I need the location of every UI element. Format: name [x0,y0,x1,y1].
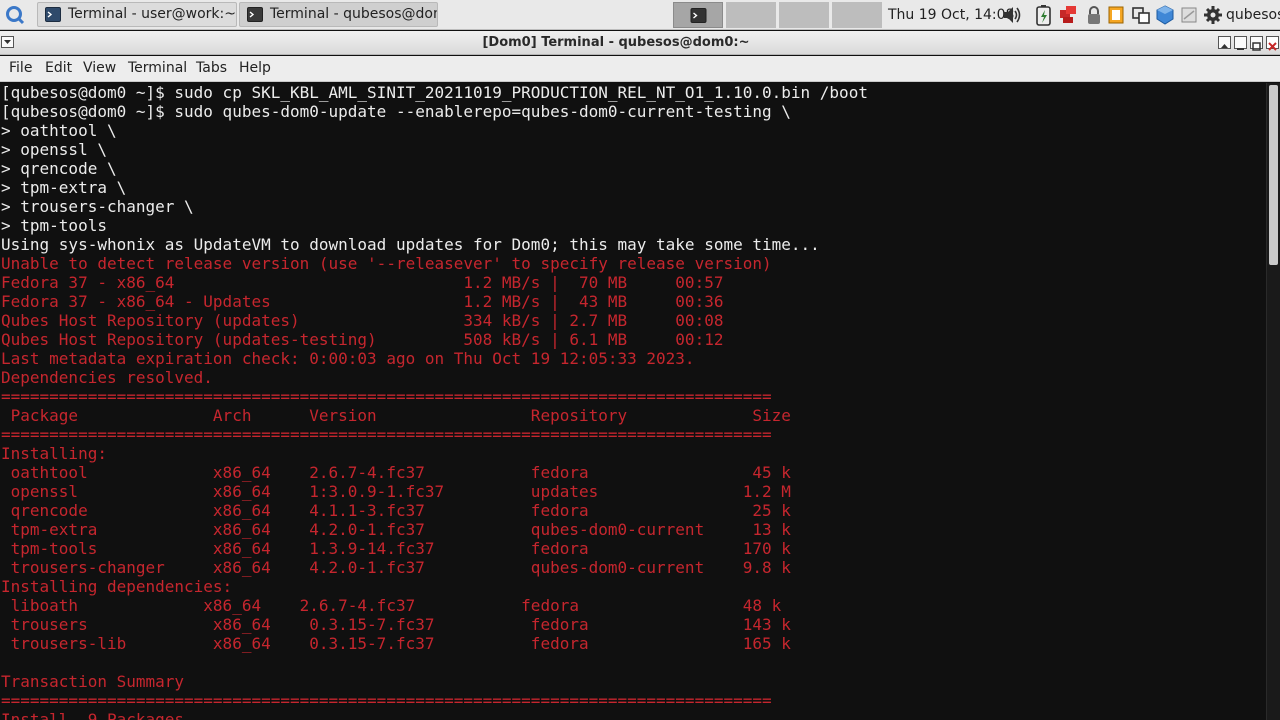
terminal-line: Using sys-whonix as UpdateVM to download… [1,235,820,254]
terminal-line: ========================================… [1,425,772,444]
terminal-line: > tpm-tools [1,216,107,235]
panel-user-name[interactable]: qubesos [1226,0,1280,30]
taskbar-item-label: Terminal - qubesos@dom... [270,6,437,22]
shade-icon [1221,44,1228,48]
minimize-icon [1237,48,1244,50]
terminal-line: > openssl \ [1,140,107,159]
terminal-line: > tpm-extra \ [1,178,127,197]
terminal-line: tpm-tools x86_64 1.3.9-14.fc37 fedora 17… [1,539,791,558]
menu-edit[interactable]: Edit [45,56,72,81]
qubes-menu-icon[interactable] [4,5,26,25]
terminal-line: trousers x86_64 0.3.15-7.fc37 fedora 143… [1,615,791,634]
terminal-line: Qubes Host Repository (updates-testing) … [1,330,724,349]
terminal-line: Dependencies resolved. [1,368,213,387]
lock-icon[interactable] [1084,4,1104,26]
menu-tabs[interactable]: Tabs [196,56,227,81]
terminal-line: Fedora 37 - x86_64 - Updates 1.2 MB/s | … [1,292,724,311]
scrollbar-thumb[interactable] [1269,85,1278,265]
terminal-line: openssl x86_64 1:3.0.9-1.fc37 updates 1.… [1,482,791,501]
window-title: [Dom0] Terminal - qubesos@dom0:~ [482,35,750,50]
qubes-domains-icon[interactable] [1155,4,1175,26]
terminal-line: Installing dependencies: [1,577,233,596]
devices-icon[interactable] [1106,4,1126,26]
terminal-line: [qubesos@dom0 ~]$ sudo qubes-dom0-update… [1,102,791,121]
terminal-line: Qubes Host Repository (updates) 334 kB/s… [1,311,724,330]
terminal-line: oathtool x86_64 2.6.7-4.fc37 fedora 45 k [1,463,791,482]
panel-clock[interactable]: Thu 19 Oct, 14:08 [888,0,1014,30]
terminal-line: Transaction Summary [1,672,185,691]
terminal-output[interactable]: [qubesos@dom0 ~]$ sudo cp SKL_KBL_AML_SI… [0,83,1266,720]
terminal-line: qrencode x86_64 4.1.1-3.fc37 fedora 25 k [1,501,791,520]
maximize-icon [1252,42,1261,51]
terminal-line: Fedora 37 - x86_64 1.2 MB/s | 70 MB 00:5… [1,273,724,292]
terminal-line: tpm-extra x86_64 4.2.0-1.fc37 qubes-dom0… [1,520,791,539]
network-icon[interactable] [1058,4,1078,26]
terminal-line: liboath x86_64 2.6.7-4.fc37 fedora 48 k [1,596,782,615]
menu-help[interactable]: Help [239,56,271,81]
taskbar-item-user-terminal[interactable]: Terminal - user@work:~ [37,2,237,27]
terminal-line: Installing: [1,444,107,463]
workspace-1[interactable] [673,2,723,28]
menu-view[interactable]: View [83,56,116,81]
terminal-scrollbar[interactable] [1266,83,1280,720]
menu-file[interactable]: File [9,56,32,81]
terminal-line: > trousers-changer \ [1,197,194,216]
window-shade-button[interactable] [1218,36,1231,49]
terminal-line: Last metadata expiration check: 0:00:03 … [1,349,695,368]
window-close-button[interactable] [1266,36,1279,51]
terminal-line: Install 9 Packages [1,710,185,720]
terminal-line: Unable to detect release version (use '-… [1,254,772,273]
taskbar-item-label: Terminal - user@work:~ [68,6,236,22]
volume-icon[interactable] [1002,4,1022,26]
terminal-line: ========================================… [1,691,772,710]
terminal-line: > oathtool \ [1,121,117,140]
workspace-3[interactable] [779,2,829,28]
terminal-icon [247,7,263,22]
workspace-2[interactable] [726,2,776,28]
menu-terminal[interactable]: Terminal [128,56,187,81]
battery-icon[interactable] [1033,4,1053,26]
terminal-line: trousers-changer x86_64 4.2.0-1.fc37 qub… [1,558,791,577]
terminal-line: > qrencode \ [1,159,117,178]
terminal-lines: [qubesos@dom0 ~]$ sudo cp SKL_KBL_AML_SI… [1,83,868,720]
window-minimize-button[interactable] [1234,36,1247,50]
close-icon [1268,42,1277,51]
top-panel: Terminal - user@work:~ Terminal - qubeso… [0,0,1280,30]
workspace-4[interactable] [832,2,882,28]
terminal-icon [45,7,61,22]
window-title-bar[interactable]: [Dom0] Terminal - qubesos@dom0:~ [0,31,1280,55]
window-maximize-button[interactable] [1250,36,1263,51]
windows-icon[interactable] [1131,4,1151,26]
updates-icon[interactable] [1179,4,1199,26]
terminal-line: trousers-lib x86_64 0.3.15-7.fc37 fedora… [1,634,791,653]
terminal-line: [qubesos@dom0 ~]$ sudo cp SKL_KBL_AML_SI… [1,83,868,102]
taskbar-item-dom0-terminal[interactable]: Terminal - qubesos@dom... [239,2,438,27]
menu-bar: File Edit View Terminal Tabs Help [0,56,1280,82]
terminal-line: Package Arch Version Repository Size [1,406,791,425]
terminal-icon [690,8,707,23]
gear-icon[interactable] [1203,4,1223,26]
terminal-line: ========================================… [1,387,772,406]
